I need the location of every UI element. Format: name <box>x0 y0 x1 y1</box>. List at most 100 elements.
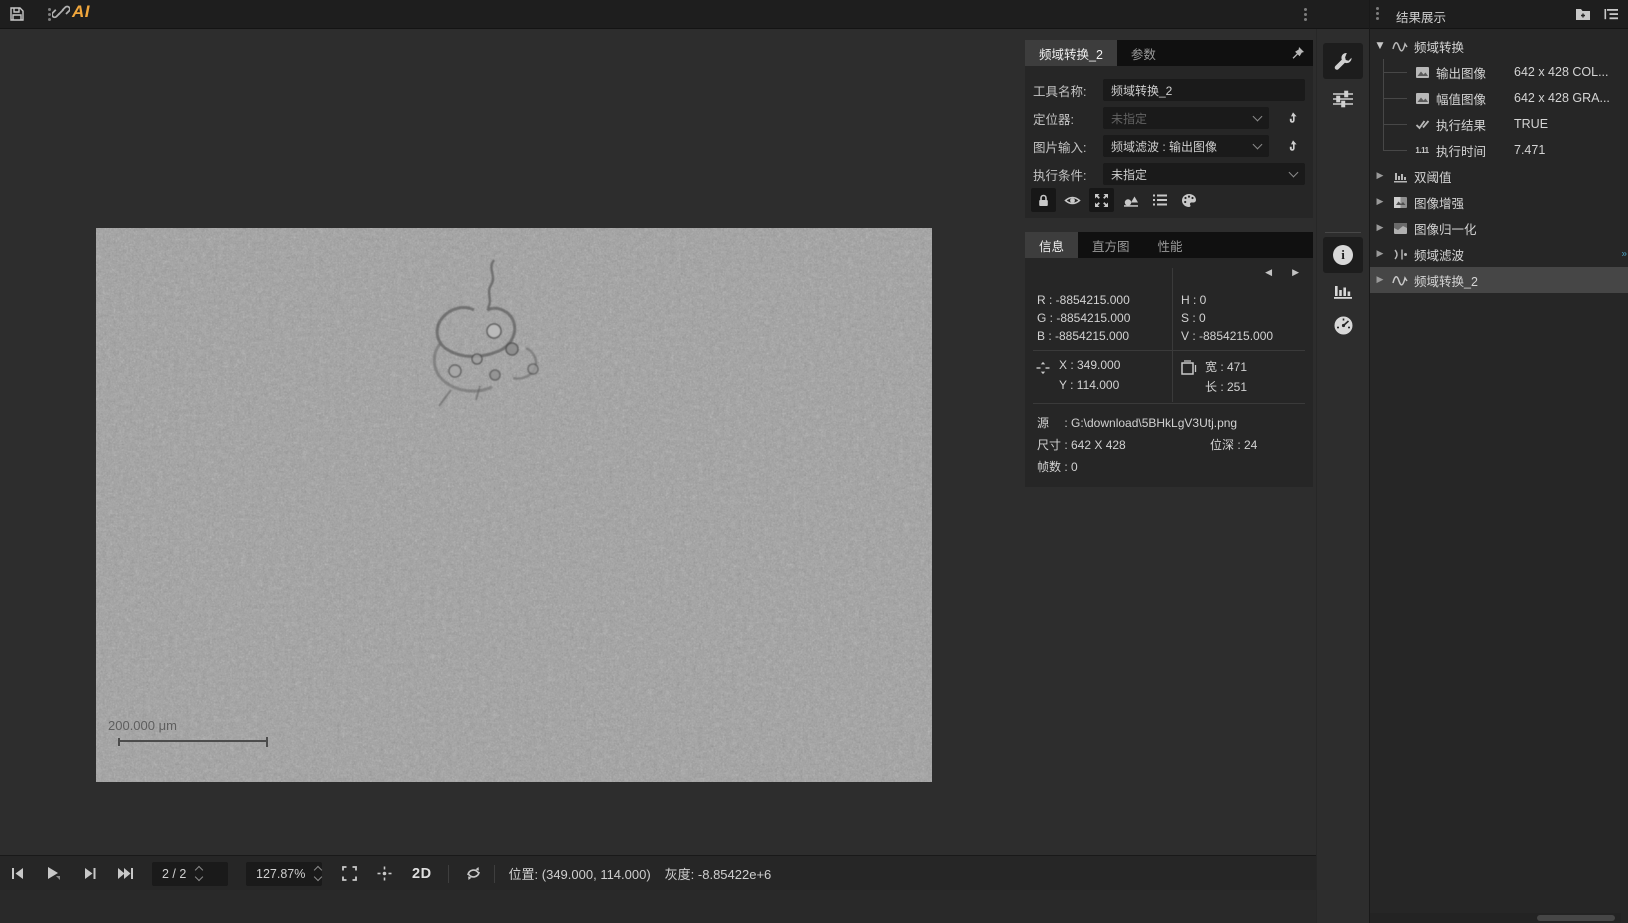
tree-label: 执行结果 <box>1436 115 1486 134</box>
tool-properties-tabbar: 频域转换_2 参数 <box>1025 40 1313 66</box>
tool-name-input[interactable] <box>1103 79 1305 101</box>
results-hscrollbar[interactable] <box>1370 913 1621 923</box>
list-icon <box>1152 193 1168 207</box>
pin-panel-button[interactable] <box>1289 45 1307 61</box>
tree-row-magnitude-image[interactable]: 幅值图像 642 x 428 GRA... <box>1370 85 1628 111</box>
lock-button[interactable] <box>1031 188 1056 212</box>
topbar-right-handle[interactable] <box>1294 4 1316 24</box>
skip-to-start-button[interactable] <box>4 861 30 887</box>
shapes-icon <box>1123 193 1139 208</box>
kebab-icon[interactable] <box>1376 7 1379 20</box>
palette-button[interactable] <box>1176 188 1201 212</box>
expand-icon[interactable]: ▶ <box>1375 249 1385 259</box>
tree-row-dual-threshold[interactable]: ▶ 双阈值 <box>1370 163 1628 189</box>
collapse-all-button[interactable] <box>1601 5 1621 23</box>
add-group-button[interactable] <box>1573 5 1593 23</box>
save-button[interactable] <box>6 4 28 24</box>
exec-condition-label: 执行条件: <box>1033 165 1103 184</box>
tree-label: 输出图像 <box>1436 63 1486 82</box>
tool-icon-row <box>1031 188 1201 212</box>
tab-tool-name[interactable]: 频域转换_2 <box>1025 40 1117 66</box>
tab-performance[interactable]: 性能 <box>1144 232 1197 258</box>
gray-value-status: 灰度: -8.85422e+6 <box>665 864 772 883</box>
tree-row-freq-transform-2[interactable]: ▶ 频域转换_2 <box>1370 267 1628 293</box>
tab-histogram[interactable]: 直方图 <box>1078 232 1144 258</box>
jump-to-image-input-button[interactable] <box>1281 135 1305 157</box>
expand-icon[interactable]: ▶ <box>1375 171 1385 181</box>
tree-row-freq-filter[interactable]: ▶ 频域滤波 » <box>1370 241 1628 267</box>
spinner-arrows-icon[interactable] <box>196 867 202 880</box>
tree-row-freq-transform[interactable]: ▼ 频域转换 <box>1370 33 1628 59</box>
tree-label: 执行时间 <box>1436 141 1486 160</box>
tree-row-image-normalize[interactable]: ▶ 图像归一化 <box>1370 215 1628 241</box>
exec-time-icon: 1.11 <box>1414 142 1430 158</box>
sliders-icon <box>1332 90 1354 108</box>
prev-page-arrow[interactable]: ◀ <box>1265 268 1272 278</box>
tab-params[interactable]: 参数 <box>1117 40 1170 66</box>
tree-row-exec-time[interactable]: 1.11 执行时间 7.471 <box>1370 137 1628 163</box>
chevron-down-icon <box>1289 168 1299 178</box>
results-header: 结果展示 <box>1370 0 1628 29</box>
pixel-h-value: H : 0 <box>1181 293 1206 307</box>
pixel-s-value: S : 0 <box>1181 311 1206 325</box>
expand-icon[interactable]: ▶ <box>1375 223 1385 233</box>
info-divider <box>1033 403 1305 404</box>
lock-icon <box>1036 193 1051 208</box>
wrench-icon <box>1333 51 1353 71</box>
expand-icon[interactable]: ▶ <box>1375 197 1385 207</box>
frame-spinner[interactable]: 2 / 2 <box>152 862 228 886</box>
exec-condition-value: 未指定 <box>1111 166 1147 183</box>
tree-label: 图像归一化 <box>1414 219 1477 238</box>
tab-info[interactable]: 信息 <box>1025 232 1078 258</box>
frame-value: 2 / 2 <box>162 867 186 881</box>
play-button[interactable] <box>40 861 67 887</box>
scrollbar-thumb[interactable] <box>1537 915 1615 921</box>
spinner-arrows-icon[interactable] <box>315 867 321 880</box>
performance-view-button[interactable] <box>1323 307 1363 343</box>
zoom-spinner[interactable]: 127.87% <box>246 862 322 886</box>
status-readout: 位置: (349.000, 114.000) 灰度: -8.85422e+6 <box>509 864 772 883</box>
locator-select[interactable]: 未指定 <box>1103 107 1269 129</box>
region-width-value: 宽 : 471 <box>1205 358 1247 375</box>
tree-row-output-image[interactable]: 输出图像 642 x 428 COL... <box>1370 59 1628 85</box>
list-overlay-button[interactable] <box>1147 188 1172 212</box>
fit-fullscreen-button[interactable] <box>336 861 363 887</box>
tree-label: 双阈值 <box>1414 167 1452 186</box>
image-input-value: 频域滤波 : 输出图像 <box>1111 138 1217 155</box>
inspection-image-viewer[interactable]: 200.000 μm <box>96 228 932 782</box>
image-size: 尺寸 : 642 X 428 <box>1037 436 1126 453</box>
center-image-button[interactable] <box>371 861 398 887</box>
expand-arrows-icon <box>1094 193 1109 208</box>
tree-row-exec-result[interactable]: 执行结果 TRUE <box>1370 111 1628 137</box>
skip-start-icon <box>10 867 24 880</box>
parameter-tuning-button[interactable] <box>1323 81 1363 117</box>
pixel-v-value: V : -8854215.000 <box>1181 329 1273 343</box>
histogram-view-button[interactable] <box>1323 273 1363 309</box>
tree-row-image-enhance[interactable]: ▶ 图像增强 <box>1370 189 1628 215</box>
waveform-icon <box>1392 38 1408 54</box>
tool-name-label: 工具名称: <box>1033 81 1103 100</box>
next-page-arrow[interactable]: ▶ <box>1292 268 1299 278</box>
fit-view-button[interactable] <box>1089 188 1114 212</box>
step-forward-button[interactable] <box>77 861 103 887</box>
info-vertical-divider <box>1172 268 1173 402</box>
results-panel: 结果展示 ▼ 频域转换 <box>1369 0 1628 923</box>
collapse-all-icon <box>1603 8 1619 21</box>
auto-refresh-button[interactable] <box>459 861 488 887</box>
skip-to-end-button[interactable] <box>111 861 140 887</box>
info-view-button[interactable]: i <box>1323 237 1363 273</box>
cursor-x-value: X : 349.000 <box>1059 358 1120 372</box>
exec-condition-select[interactable]: 未指定 <box>1103 163 1305 185</box>
shape-overlay-button[interactable] <box>1118 188 1143 212</box>
expand-icon[interactable]: ▶ <box>1375 275 1385 285</box>
tool-settings-button[interactable] <box>1323 43 1363 79</box>
visibility-button[interactable] <box>1060 188 1085 212</box>
expand-icon[interactable]: ▼ <box>1375 41 1385 51</box>
jump-to-locator-button[interactable] <box>1281 107 1305 129</box>
tree-value: TRUE <box>1514 117 1548 131</box>
save-icon <box>9 6 25 22</box>
chevron-down-icon <box>1253 112 1263 122</box>
eye-icon <box>1064 193 1081 208</box>
mode-2d-button[interactable]: 2D <box>406 861 438 887</box>
image-input-select[interactable]: 频域滤波 : 输出图像 <box>1103 135 1269 157</box>
